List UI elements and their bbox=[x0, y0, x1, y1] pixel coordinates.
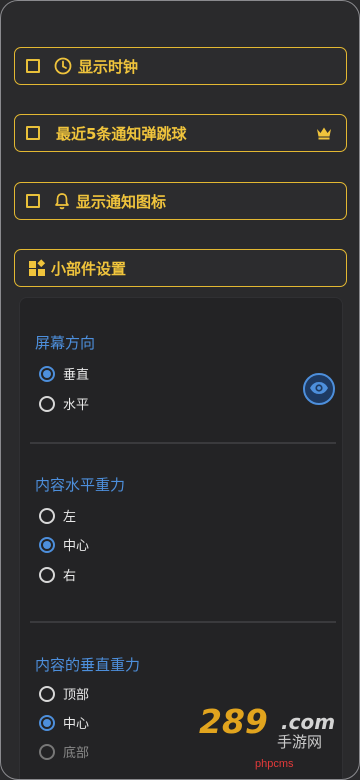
vertical-gravity-bottom-label: 底部 bbox=[63, 746, 90, 761]
radio-unselected-icon bbox=[39, 743, 55, 760]
horizontal-gravity-left-label: 左 bbox=[63, 510, 77, 525]
svg-text:.com: .com bbox=[281, 710, 335, 734]
show-clock-checkbox[interactable] bbox=[26, 59, 40, 73]
widget-settings-header[interactable]: 小部件设置 bbox=[14, 249, 347, 287]
show-notification-icon-checkbox[interactable] bbox=[26, 194, 40, 208]
radio-unselected-icon bbox=[39, 395, 55, 412]
vertical-gravity-top-label: 顶部 bbox=[63, 688, 90, 703]
horizontal-gravity-center-label: 中心 bbox=[63, 539, 90, 554]
recent-notifications-label: 最近5条通知弹跳球 bbox=[56, 124, 187, 143]
horizontal-gravity-left-radio[interactable]: 左 bbox=[39, 506, 76, 525]
watermark-logo: 289 .com 手游网 bbox=[199, 701, 344, 753]
show-clock-label: 显示时钟 bbox=[78, 57, 139, 76]
divider bbox=[30, 621, 336, 623]
widget-settings-label: 小部件设置 bbox=[51, 259, 127, 278]
vertical-gravity-center-radio[interactable]: 中心 bbox=[39, 713, 89, 732]
orientation-vertical-label: 垂直 bbox=[63, 368, 90, 383]
show-clock-option[interactable]: 显示时钟 bbox=[14, 47, 347, 85]
recent-notifications-option[interactable]: 最近5条通知弹跳球 bbox=[14, 114, 347, 152]
horizontal-gravity-right-radio[interactable]: 右 bbox=[39, 565, 76, 584]
orientation-vertical-radio[interactable]: 垂直 bbox=[39, 364, 89, 383]
horizontal-gravity-title: 内容水平重力 bbox=[35, 476, 126, 494]
svg-text:289: 289 bbox=[199, 702, 268, 741]
show-notification-icon-option[interactable]: 显示通知图标 bbox=[14, 182, 347, 220]
radio-unselected-icon bbox=[39, 507, 55, 524]
bell-icon bbox=[54, 192, 70, 210]
radio-unselected-icon bbox=[39, 566, 55, 583]
vertical-gravity-title: 内容的垂直重力 bbox=[35, 656, 141, 674]
vertical-gravity-center-label: 中心 bbox=[63, 717, 90, 732]
radio-selected-icon bbox=[39, 365, 55, 382]
widgets-icon bbox=[28, 259, 46, 277]
orientation-horizontal-label: 水平 bbox=[63, 398, 90, 413]
preview-eye-button[interactable] bbox=[303, 373, 335, 405]
radio-unselected-icon bbox=[39, 685, 55, 702]
radio-selected-icon bbox=[39, 536, 55, 553]
svg-text:手游网: 手游网 bbox=[277, 733, 322, 749]
eye-icon bbox=[309, 380, 329, 399]
vertical-gravity-bottom-radio[interactable]: 底部 bbox=[39, 742, 89, 761]
show-notification-icon-label: 显示通知图标 bbox=[76, 192, 167, 211]
watermark-site-text: phpcms bbox=[255, 758, 294, 770]
divider bbox=[30, 442, 336, 444]
orientation-title: 屏幕方向 bbox=[35, 334, 96, 352]
radio-selected-icon bbox=[39, 714, 55, 731]
orientation-horizontal-radio[interactable]: 水平 bbox=[39, 394, 89, 413]
vertical-gravity-top-radio[interactable]: 顶部 bbox=[39, 684, 89, 703]
crown-icon bbox=[316, 125, 332, 144]
clock-icon bbox=[54, 57, 72, 75]
app-screen: 显示时钟 最近5条通知弹跳球 显示通知图标 小部件设置 屏幕方向 垂直 水平 内… bbox=[0, 0, 360, 780]
horizontal-gravity-center-radio[interactable]: 中心 bbox=[39, 535, 89, 554]
horizontal-gravity-right-label: 右 bbox=[63, 569, 77, 584]
recent-notifications-checkbox[interactable] bbox=[26, 126, 40, 140]
